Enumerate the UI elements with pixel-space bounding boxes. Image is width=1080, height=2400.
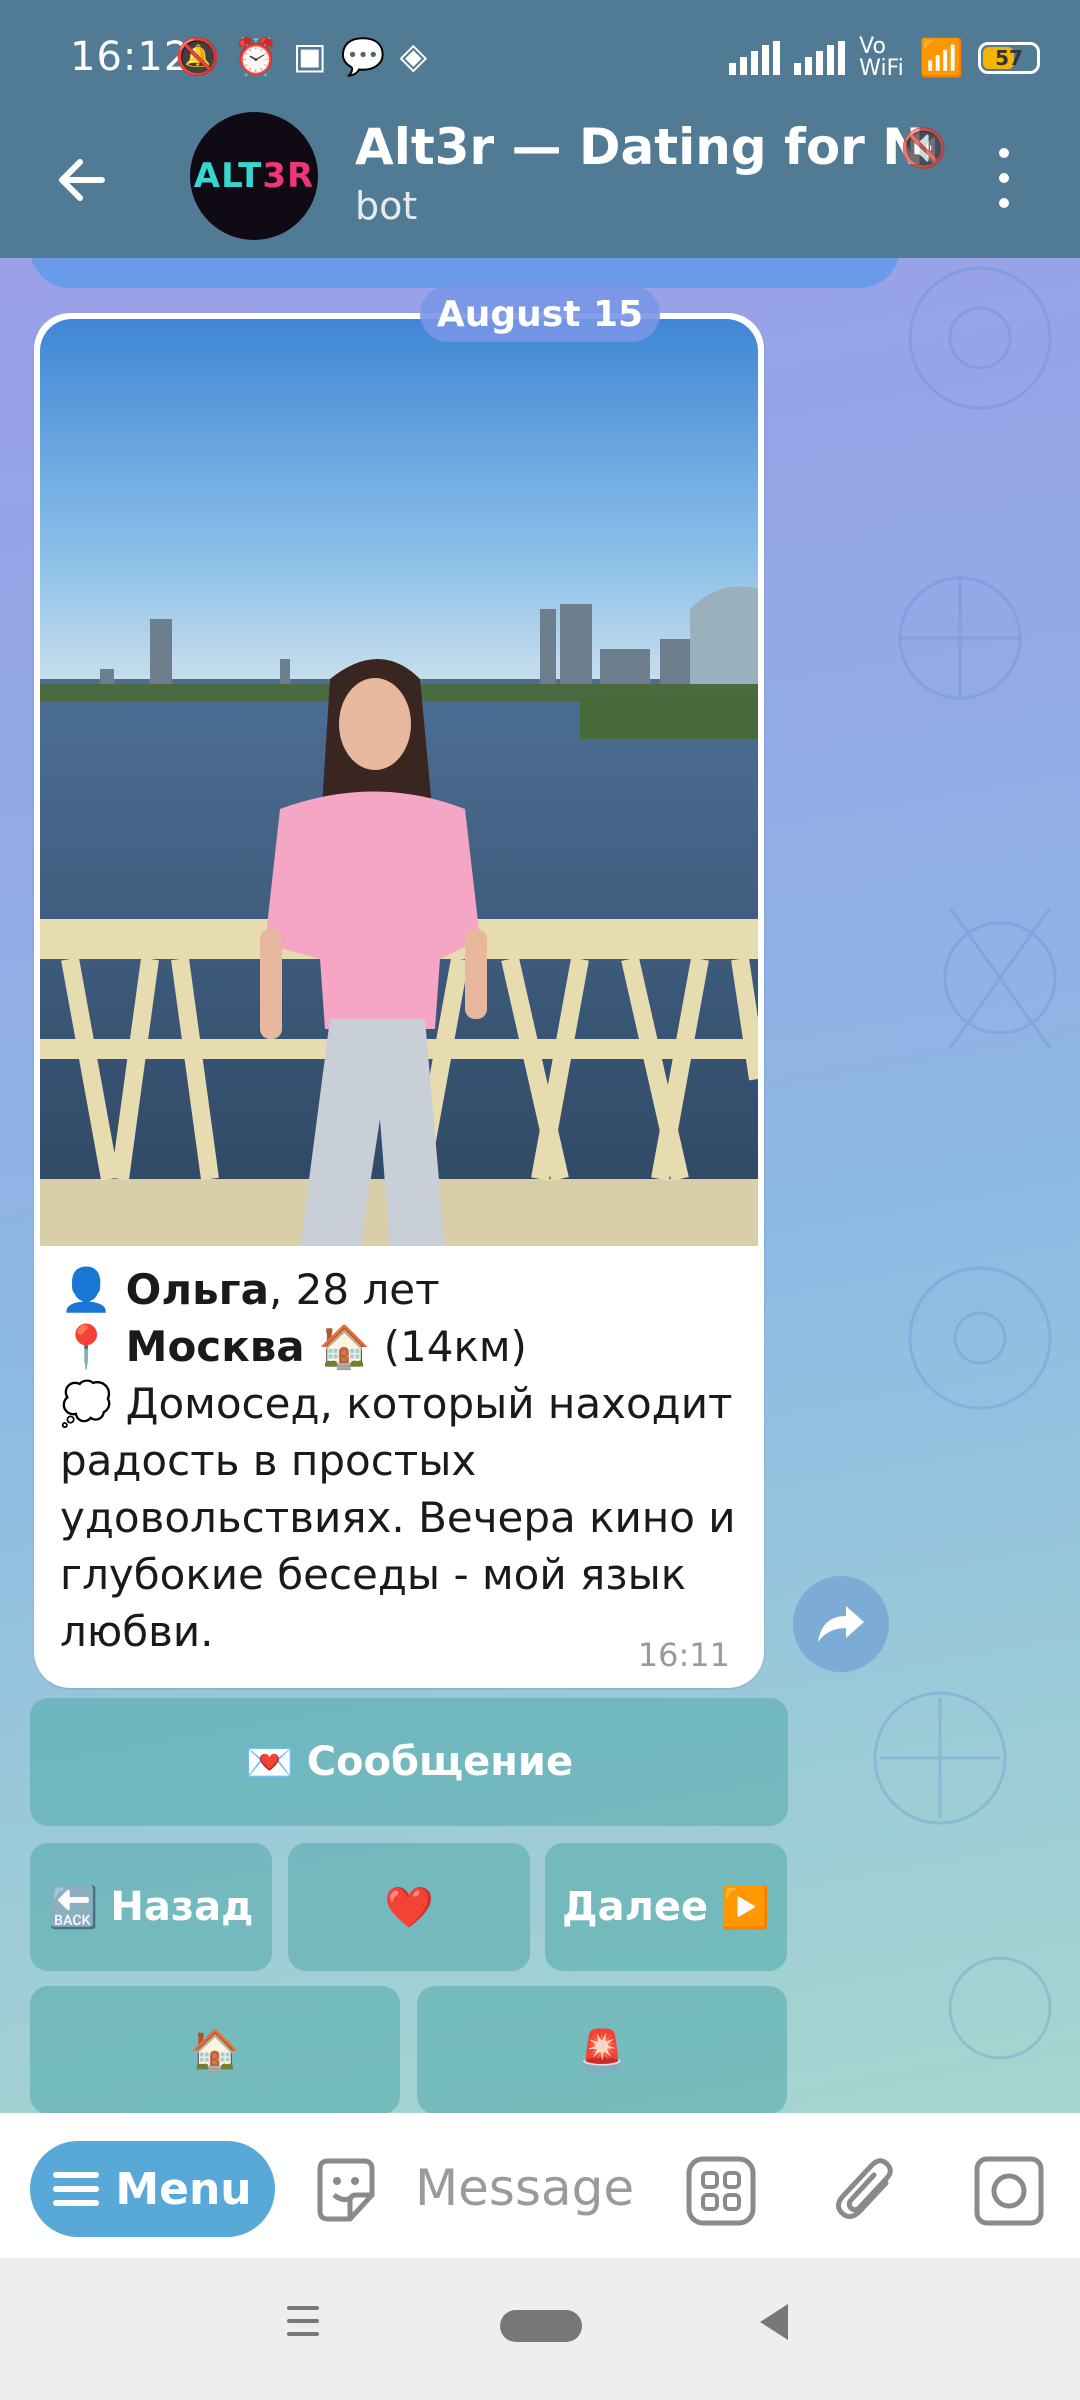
profile-distance: (14км) <box>370 1322 527 1371</box>
person-icon: 👤 <box>60 1265 113 1314</box>
mute-bell-icon: 🔕 <box>175 37 220 78</box>
paperclip-icon[interactable] <box>830 2153 902 2229</box>
previous-message-edge <box>30 258 900 288</box>
thought-icon: 💭 <box>60 1379 113 1428</box>
status-time: 16:12 <box>70 34 191 80</box>
chat-subtitle: bot <box>355 184 418 228</box>
profile-name: Ольга <box>125 1265 269 1314</box>
status-bar: 16:12 🔕 ⏰ ▣ 💬 ◈ Vo WiFi 📶 57 <box>0 0 1080 118</box>
profile-name-line: 👤 Ольга, 28 лет <box>60 1261 750 1318</box>
house-icon: 🏠 <box>318 1322 371 1371</box>
wifi-icon: 📶 <box>919 38 964 79</box>
message-input[interactable] <box>415 2153 675 2223</box>
kebab-icon[interactable] <box>994 148 1014 208</box>
back-triangle-icon[interactable] <box>760 2304 788 2340</box>
message-composer: Menu <box>0 2113 1080 2258</box>
notification-icons: 🔕 ⏰ ▣ 💬 ◈ <box>175 36 427 78</box>
sticker-icon[interactable] <box>310 2155 382 2227</box>
chat-bubble-icon: 💬 <box>340 37 386 78</box>
profile-location-line: 📍 Москва 🏠 (14км) <box>60 1318 750 1375</box>
siren-icon: 🚨 <box>577 2027 627 2074</box>
arrow-left-icon[interactable] <box>52 150 112 210</box>
camera-icon[interactable] <box>973 2155 1045 2227</box>
message-button[interactable]: 💌 Сообщение <box>30 1698 788 1826</box>
home-pill-icon[interactable] <box>500 2310 582 2342</box>
profile-photo[interactable] <box>40 319 758 1246</box>
chat-title[interactable]: Alt3r — Dating for Neu <box>355 118 935 176</box>
profile-caption: 👤 Ольга, 28 лет 📍 Москва 🏠 (14км) 💭 Домо… <box>60 1261 750 1660</box>
photo-river-scene <box>40 319 758 1246</box>
message-time: 16:11 <box>637 1636 730 1674</box>
profile-bio: 💭 Домосед, который находит радость в про… <box>60 1379 736 1656</box>
back-arrow-icon: 🔙 <box>48 1884 99 1931</box>
recent-apps-icon[interactable] <box>287 2306 319 2336</box>
play-icon: ▶️ <box>720 1884 770 1931</box>
muted-speaker-icon: 🔇 <box>900 126 948 170</box>
system-navigation-bar <box>0 2258 1080 2400</box>
top-bar: 16:12 🔕 ⏰ ▣ 💬 ◈ Vo WiFi 📶 57 ALT 3R Alt3r… <box>0 0 1080 258</box>
house-icon: 🏠 <box>190 2027 240 2074</box>
next-button[interactable]: Далее ▶️ <box>545 1843 787 1971</box>
home-button[interactable]: 🏠 <box>30 1986 400 2113</box>
vowifi-label: Vo WiFi <box>859 34 904 81</box>
menu-button[interactable]: Menu <box>30 2141 275 2237</box>
chat-area[interactable]: 👤 Ольга, 28 лет 📍 Москва 🏠 (14км) 💭 Домо… <box>0 258 1080 2113</box>
pin-icon: 📍 <box>60 1322 113 1371</box>
battery-icon: 57 <box>978 42 1040 74</box>
hamburger-icon <box>53 2172 100 2206</box>
profile-message[interactable]: 👤 Ольга, 28 лет 📍 Москва 🏠 (14км) 💭 Домо… <box>34 313 764 1688</box>
battery-level: 57 <box>995 46 1023 70</box>
status-right: Vo WiFi 📶 57 <box>729 36 1040 80</box>
like-button[interactable]: ❤️ <box>288 1843 530 1971</box>
back-button[interactable]: 🔙 Назад <box>30 1843 272 1971</box>
profile-age: , 28 лет <box>268 1265 440 1314</box>
profile-city: Москва <box>125 1322 305 1371</box>
avatar[interactable]: ALT 3R <box>190 112 318 240</box>
signal-icon-2 <box>794 41 846 75</box>
heart-icon: ❤️ <box>384 1884 434 1931</box>
apps-grid-icon[interactable] <box>685 2155 757 2227</box>
love-letter-icon: 💌 <box>244 1739 295 1786</box>
signal-icon <box>729 41 781 75</box>
report-button[interactable]: 🚨 <box>417 1986 787 2113</box>
date-separator: August 15 <box>420 286 660 342</box>
diamond-icon: ◈ <box>399 36 428 77</box>
share-icon[interactable] <box>793 1576 889 1672</box>
alarm-icon: ⏰ <box>233 37 279 78</box>
nfc-icon: ▣ <box>292 36 327 77</box>
